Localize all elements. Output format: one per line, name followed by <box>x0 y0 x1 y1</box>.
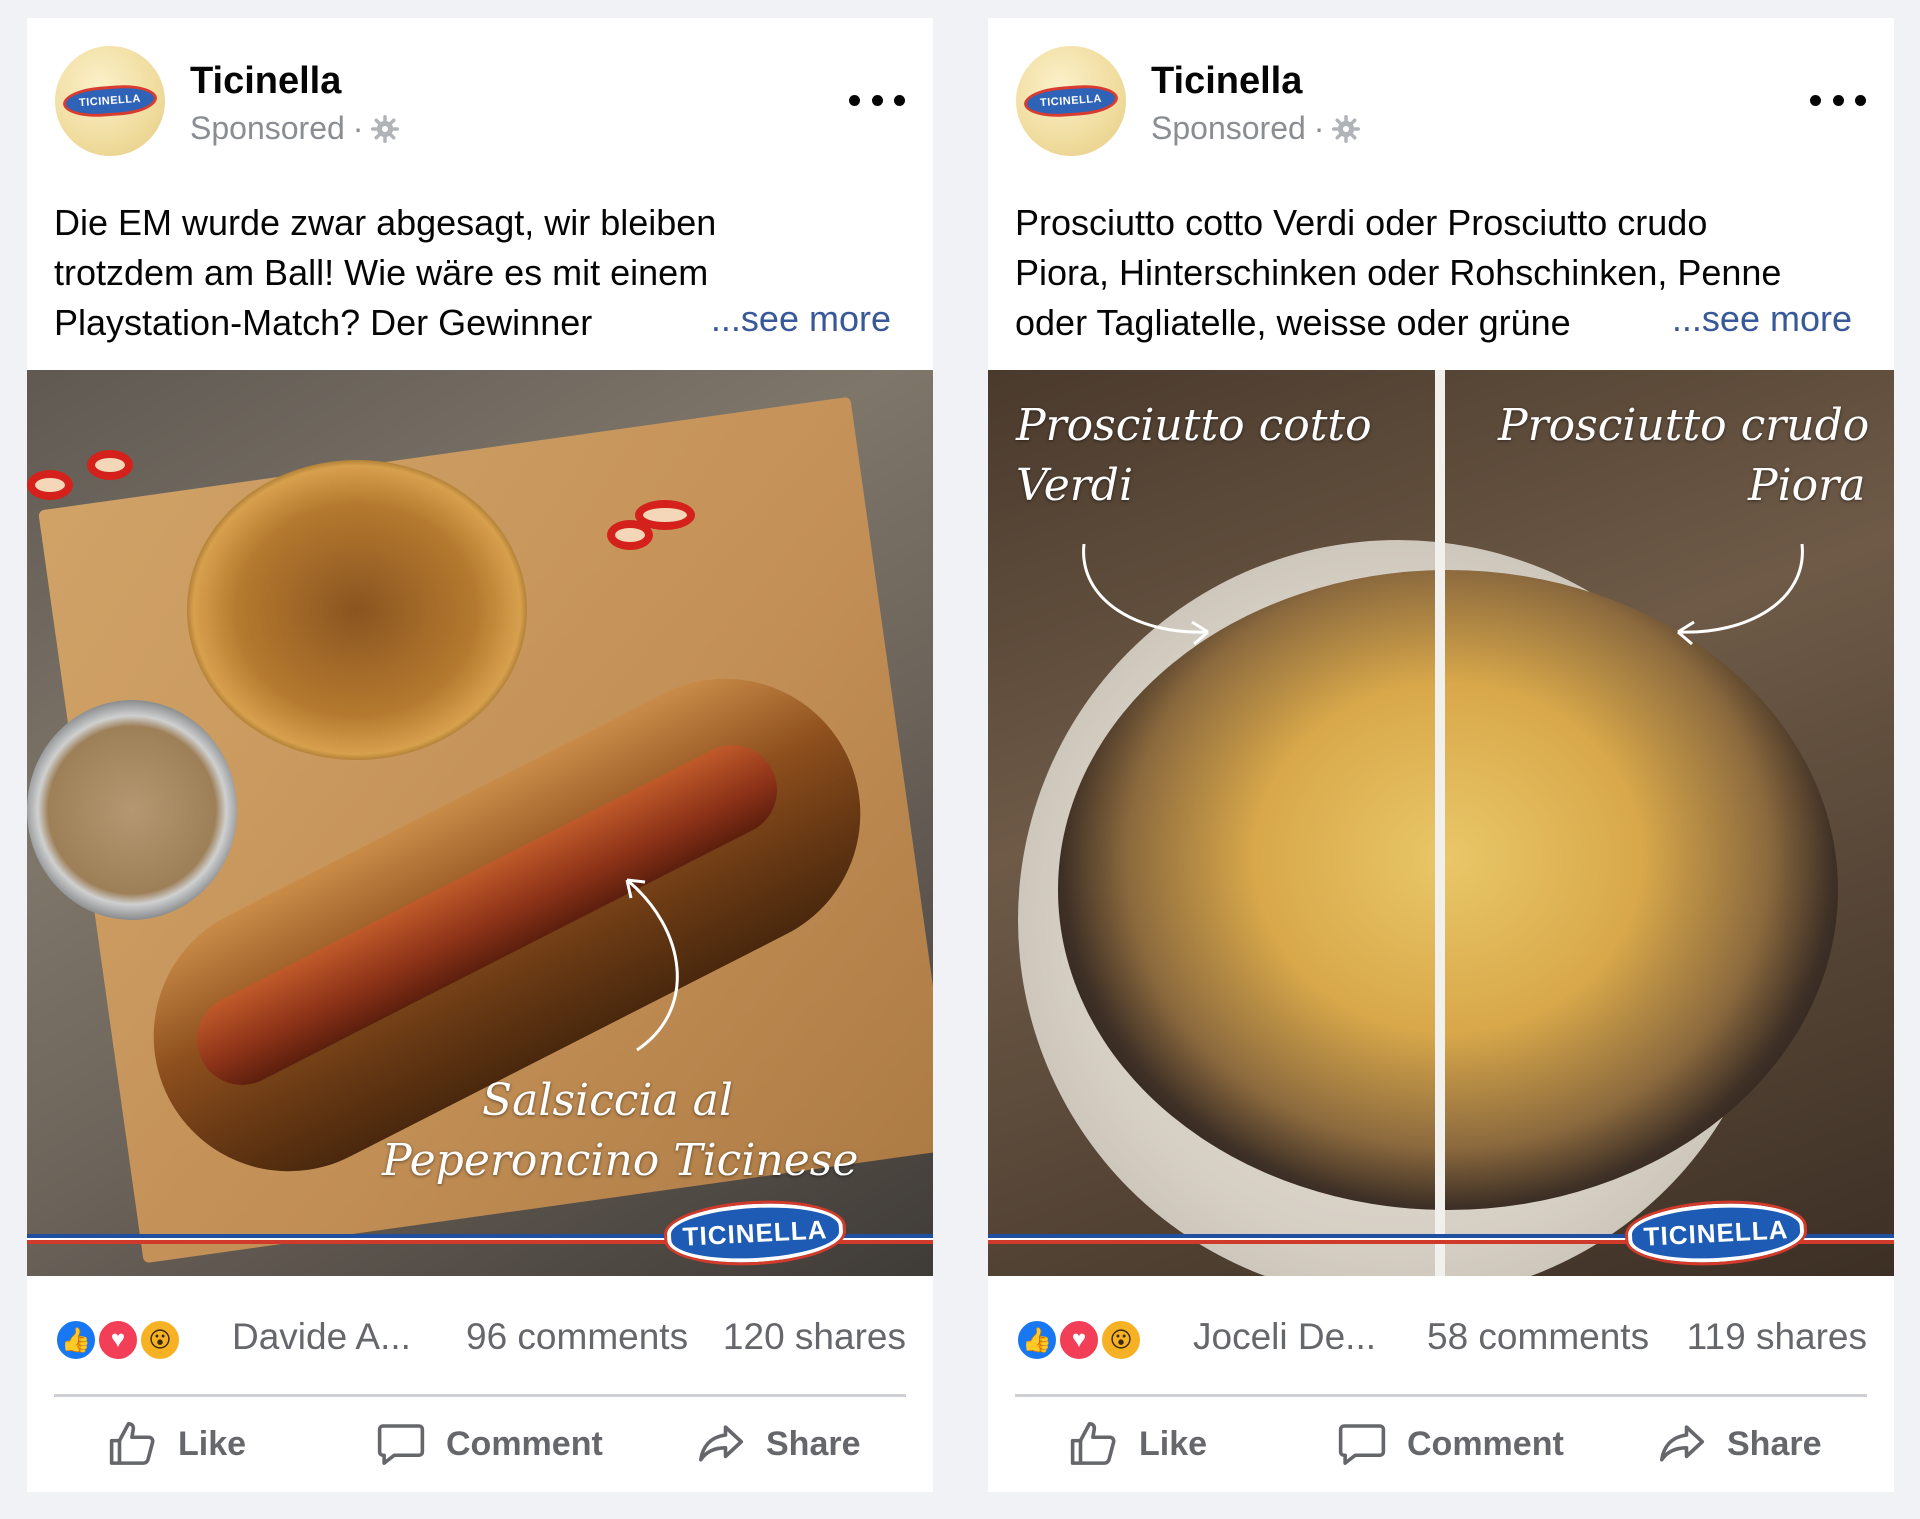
engagement-bar: 👍 ♥ 😮 Joceli De... 58 comments 119 share… <box>1015 1308 1867 1372</box>
love-reaction-icon: ♥ <box>1057 1318 1101 1362</box>
post-header: TICINELLA Ticinella Sponsored · <box>988 18 1894 178</box>
chili-slice <box>607 520 653 550</box>
brand-logo: TICINELLA <box>662 1195 848 1271</box>
reactor-names[interactable]: Davide A... <box>232 1316 411 1358</box>
pasta-bowl <box>1058 570 1838 1210</box>
share-arrow-icon <box>698 1425 744 1462</box>
like-reaction-icon: 👍 <box>1015 1318 1059 1362</box>
meta-separator: · <box>352 110 364 146</box>
caption-arrow-icon <box>625 878 679 1052</box>
ad-image[interactable]: Prosciutto cotto Verdi Prosciutto crudo … <box>988 370 1894 1276</box>
page-avatar[interactable]: TICINELLA <box>55 46 165 156</box>
ad-image[interactable]: Salsiccia al Peperoncino Ticinese TICINE… <box>27 370 933 1276</box>
page-avatar[interactable]: TICINELLA <box>1016 46 1126 156</box>
reaction-icons[interactable]: 👍 ♥ 😮 <box>54 1318 182 1362</box>
thumbs-up-icon <box>1070 1421 1116 1465</box>
post-meta: Sponsored · <box>1151 110 1361 147</box>
post-meta: Sponsored · <box>190 110 400 147</box>
chili-slice <box>27 470 73 500</box>
post-header: TICINELLA Ticinella Sponsored · <box>27 18 933 178</box>
dot <box>871 94 883 106</box>
ad-post-card: TICINELLA Ticinella Sponsored · Prosciut… <box>988 18 1894 1492</box>
thumbs-up-icon <box>109 1421 155 1465</box>
chili-slice <box>87 450 133 480</box>
dot <box>1832 94 1844 106</box>
image-caption-right: Prosciutto crudo <box>1498 400 1870 451</box>
like-reaction-icon: 👍 <box>54 1318 98 1362</box>
post-message-line: trotzdem am Ball! Wie wäre es mit einem <box>54 252 709 293</box>
see-more-link[interactable]: ...see more <box>704 298 891 340</box>
post-message-line: Prosciutto cotto Verdi oder Prosciutto c… <box>1015 202 1708 243</box>
brand-logo: TICINELLA <box>1623 1195 1809 1271</box>
page-name-link[interactable]: Ticinella <box>190 60 341 103</box>
share-label: Share <box>1727 1424 1822 1463</box>
comment-label: Comment <box>446 1424 603 1463</box>
image-caption: Peperoncino Ticinese <box>382 1135 859 1186</box>
share-count[interactable]: 120 shares <box>723 1316 906 1358</box>
share-count[interactable]: 119 shares <box>1687 1316 1867 1358</box>
dot <box>849 94 860 106</box>
comment-count[interactable]: 58 comments <box>1427 1316 1649 1358</box>
share-label: Share <box>766 1424 861 1463</box>
reaction-icons[interactable]: 👍 ♥ 😮 <box>1015 1318 1143 1362</box>
like-label: Like <box>178 1424 247 1463</box>
gear-icon[interactable] <box>1332 114 1361 143</box>
image-divider <box>1435 370 1445 1276</box>
like-button[interactable]: Like <box>106 1408 246 1480</box>
share-button[interactable]: Share <box>694 1408 861 1480</box>
more-horizontal-icon[interactable] <box>849 88 905 112</box>
image-caption-left: Prosciutto cotto <box>1016 400 1372 451</box>
see-more-link[interactable]: ...see more <box>1665 298 1852 340</box>
comment-label: Comment <box>1407 1424 1564 1463</box>
share-button[interactable]: Share <box>1655 1408 1822 1480</box>
gear-icon[interactable] <box>371 114 400 143</box>
ad-post-card: TICINELLA Ticinella Sponsored · Die EM w… <box>27 18 933 1492</box>
dot <box>1855 94 1866 106</box>
sponsored-label[interactable]: Sponsored <box>1151 110 1306 147</box>
sponsored-label[interactable]: Sponsored <box>190 110 345 147</box>
comment-button[interactable]: Comment <box>1335 1408 1564 1480</box>
action-bar: Like Comment Share <box>54 1408 906 1480</box>
reactor-names[interactable]: Joceli De... <box>1193 1316 1376 1358</box>
caption-arrow-icon <box>1082 543 1209 646</box>
wow-reaction-icon: 😮 <box>138 1318 182 1362</box>
speech-bubble-icon <box>1338 1424 1386 1465</box>
image-caption-left: Verdi <box>1016 460 1134 511</box>
wow-reaction-icon: 😮 <box>1099 1318 1143 1362</box>
post-message-line: Die EM wurde zwar abgesagt, wir bleiben <box>54 202 717 243</box>
engagement-bar: 👍 ♥ 😮 Davide A... 96 comments 120 shares <box>54 1308 906 1372</box>
avatar-logo: TICINELLA <box>1023 82 1119 120</box>
page-name-link[interactable]: Ticinella <box>1151 60 1302 103</box>
love-reaction-icon: ♥ <box>96 1318 140 1362</box>
share-arrow-icon <box>1659 1425 1705 1462</box>
more-horizontal-icon[interactable] <box>1810 88 1866 112</box>
image-caption: Salsiccia al <box>482 1075 733 1126</box>
avatar-logo: TICINELLA <box>62 82 158 120</box>
post-message-line: Piora, Hinterschinken oder Rohschinken, … <box>1015 252 1782 293</box>
action-bar: Like Comment Share <box>1015 1408 1867 1480</box>
like-button[interactable]: Like <box>1067 1408 1207 1480</box>
divider <box>1015 1394 1867 1397</box>
speech-bubble-icon <box>377 1424 425 1465</box>
image-caption-right: Piora <box>1748 460 1866 511</box>
dot <box>894 94 905 106</box>
caption-arrow-icon <box>1677 543 1804 646</box>
comment-button[interactable]: Comment <box>374 1408 603 1480</box>
mustard-dish <box>27 700 237 920</box>
meta-separator: · <box>1313 110 1325 146</box>
divider <box>54 1394 906 1397</box>
comment-count[interactable]: 96 comments <box>466 1316 688 1358</box>
like-label: Like <box>1139 1424 1208 1463</box>
dot <box>1810 94 1821 106</box>
onion-bowl <box>187 460 527 760</box>
